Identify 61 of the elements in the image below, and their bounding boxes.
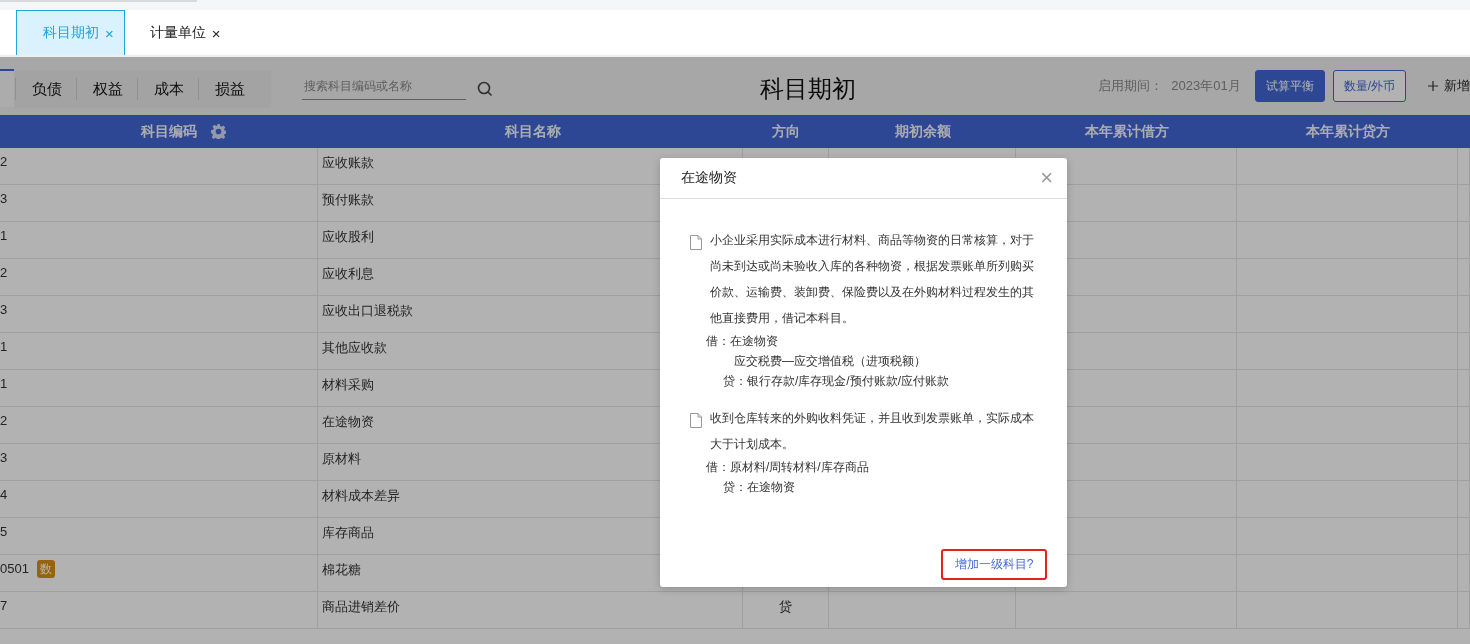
table-cell: 应收出口退税款 bbox=[322, 302, 413, 320]
table-cell: 3 bbox=[0, 191, 8, 206]
dialog-title: 在途物资 bbox=[681, 169, 737, 187]
add-button[interactable]: 新增 bbox=[1418, 70, 1470, 102]
description-text: 小企业采用实际成本进行材料、商品等物资的日常核算，对于尚未到达或尚未验收入库的各种物资，根据发票账单所列购买价款、运输费、装卸费、保险费以及在外购材料过程发生的其他直接费用，借记本科目。 bbox=[710, 232, 1035, 327]
column-header: 本年累计借方 bbox=[1084, 122, 1169, 141]
table-cell: 1 bbox=[0, 339, 8, 354]
settings-icon[interactable] bbox=[210, 124, 226, 139]
table-cell: 3 bbox=[0, 302, 8, 317]
table-cell: 1 bbox=[0, 228, 8, 243]
period-value: 2023年01月 bbox=[1171, 77, 1241, 95]
category-tab[interactable]: 成本 bbox=[137, 78, 198, 100]
journal-entry: 借：原材料/周转材料/库存商品 bbox=[706, 459, 870, 476]
search-icon[interactable] bbox=[477, 81, 493, 97]
document-icon bbox=[690, 413, 702, 428]
page-title: 科目期初 bbox=[760, 74, 856, 104]
table-cell: 应收账款 bbox=[322, 154, 374, 172]
quantity-currency-button[interactable]: 数量/外币 bbox=[1332, 70, 1406, 102]
table-cell: 棉花糖 bbox=[322, 561, 361, 579]
table-cell: 原材料 bbox=[322, 450, 361, 468]
column-header: 本年累计贷方 bbox=[1305, 122, 1390, 141]
table-cell: 3 bbox=[0, 450, 8, 465]
document-icon bbox=[690, 235, 702, 250]
category-tab[interactable]: 负债 bbox=[15, 78, 76, 100]
search-field[interactable]: 搜索科目编码或名称 bbox=[302, 72, 466, 100]
table-cell: 0501 bbox=[0, 561, 29, 576]
tab[interactable]: 计量单位 × bbox=[142, 10, 232, 55]
table-cell: 2 bbox=[0, 265, 8, 280]
journal-entry: 贷：银行存款/库存现金/预付账款/应付账款 bbox=[723, 373, 950, 390]
table-cell: 应收股利 bbox=[322, 228, 374, 246]
column-header: 方向 bbox=[772, 122, 800, 141]
table-cell: 材料采购 bbox=[322, 376, 374, 394]
trial-balance-button[interactable]: 试算平衡 bbox=[1254, 70, 1325, 102]
journal-entry: 贷：在途物资 bbox=[723, 479, 796, 496]
table-cell: 7 bbox=[0, 598, 8, 613]
category-tab[interactable]: 权益 bbox=[76, 78, 137, 100]
table-cell: 商品进销差价 bbox=[322, 598, 400, 616]
column-header: 科目编码 bbox=[140, 122, 197, 141]
category-tab[interactable]: 损益 bbox=[198, 78, 259, 100]
table-cell: 4 bbox=[0, 487, 8, 502]
journal-entry: 借：在途物资 bbox=[706, 333, 779, 350]
table-cell: 预付账款 bbox=[322, 191, 374, 209]
journal-entry: 应交税费—应交增值税（进项税额） bbox=[734, 353, 927, 370]
close-icon[interactable]: × bbox=[211, 24, 221, 42]
period-label: 启用期间： bbox=[1098, 77, 1164, 95]
table-cell: 应收利息 bbox=[322, 265, 374, 283]
description-text: 收到仓库转来的外购收料凭证，并且收到发票账单，实际成本大于计划成本。 bbox=[710, 410, 1035, 453]
table-cell: 1 bbox=[0, 376, 8, 391]
table-cell: 在途物资 bbox=[322, 413, 374, 431]
table-cell: 2 bbox=[0, 413, 8, 428]
table-cell: 库存商品 bbox=[322, 524, 374, 542]
table-cell: 其他应收款 bbox=[322, 339, 387, 357]
table-cell: 5 bbox=[0, 524, 8, 539]
quantity-badge: 数 bbox=[36, 560, 55, 578]
table-cell: 材料成本差异 bbox=[322, 487, 400, 505]
table-cell: 贷 bbox=[779, 598, 792, 616]
add-account-link[interactable]: 增加一级科目? bbox=[954, 556, 1034, 573]
column-header: 期初余额 bbox=[894, 122, 951, 141]
column-header: 科目名称 bbox=[504, 122, 561, 141]
table-cell: 2 bbox=[0, 154, 8, 169]
plus-icon bbox=[1428, 81, 1438, 91]
